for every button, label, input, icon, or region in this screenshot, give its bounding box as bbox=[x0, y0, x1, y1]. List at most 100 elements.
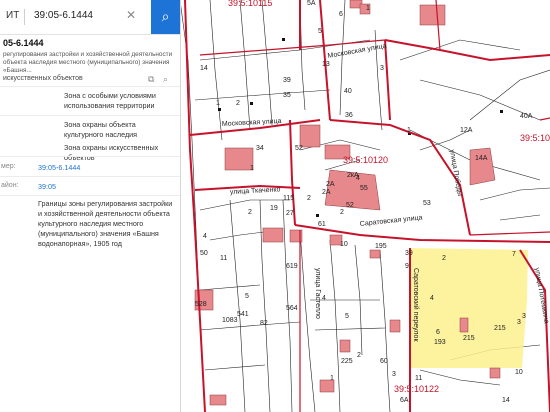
parcel-number-label: 34 bbox=[256, 145, 264, 152]
parcel-number-label: 82 bbox=[260, 320, 268, 327]
reg-number-label: мер: bbox=[1, 163, 16, 170]
parcel-number-label: 14 bbox=[502, 397, 510, 404]
parcel-number-label: 40 bbox=[344, 88, 352, 95]
street-label-tkachenko: улица Ткаченко bbox=[230, 186, 281, 196]
parcel-number-label: 4 bbox=[430, 295, 434, 302]
parcel-number-label: 3 bbox=[380, 65, 384, 72]
parcel-number-label: 2 bbox=[307, 195, 311, 202]
parcel-number-label: 40А bbox=[520, 113, 533, 120]
parcel-number-label: 193 bbox=[434, 339, 446, 346]
parcel-number-label: 1083 bbox=[222, 317, 238, 324]
search-type-selector[interactable]: ИТ bbox=[6, 10, 19, 21]
full-description: Границы зоны регулирования застройки и х… bbox=[38, 199, 173, 248]
parcel-number-label: 225 bbox=[341, 358, 353, 365]
search-divider bbox=[24, 9, 25, 25]
search-button[interactable]: ⌕ bbox=[151, 0, 180, 34]
quarter-label-2: 39:5:10120 bbox=[343, 155, 388, 165]
parcel-number-label: 7 bbox=[512, 251, 516, 258]
quarter-label-4: 39:5:10120 bbox=[520, 133, 550, 143]
search-icon: ⌕ bbox=[161, 8, 170, 24]
parcel-number-label: 11 bbox=[220, 255, 227, 262]
parcel-number-label: 1 bbox=[407, 127, 411, 134]
parcel-number-label: 39 bbox=[405, 250, 413, 257]
object-description: регулирования застройки и хозяйственной … bbox=[3, 51, 173, 74]
parcel-number-label: 115 bbox=[283, 195, 294, 202]
close-icon[interactable]: ✕ bbox=[126, 8, 136, 22]
street-label-saratovsky-lane: Саратовский переулок bbox=[412, 268, 420, 342]
quarter-label-1: 39:5:10115 bbox=[228, 0, 272, 8]
parcel-number-label: 2А bbox=[326, 181, 335, 188]
parcel-number-label: 3 bbox=[517, 319, 521, 326]
parcel-number-label: 3 bbox=[522, 313, 526, 320]
divider bbox=[0, 115, 180, 116]
street-label-moskovskaya-upper: Московская улица bbox=[327, 43, 387, 60]
object-title: 05-6.1444 bbox=[3, 38, 44, 48]
parcel-number-label: 1 bbox=[250, 165, 254, 172]
parcel-number-label: 1 bbox=[330, 375, 334, 382]
parcel-number-label: 5А bbox=[307, 0, 316, 7]
parcel-number-label: 55 bbox=[360, 185, 368, 192]
parcel-number-label: 2 bbox=[236, 100, 240, 107]
parcel-number-label: 1 bbox=[366, 5, 370, 12]
divider bbox=[0, 156, 180, 157]
object-subtitle: искусственных объектов bbox=[3, 75, 83, 82]
parcel-number-label: 3 bbox=[392, 371, 396, 378]
parcel-number-label: 2кА bbox=[347, 172, 359, 179]
parcel-number-label: 36 bbox=[345, 112, 353, 119]
parcel-number-label: 14 bbox=[200, 65, 208, 72]
parcel-number-label: 5 bbox=[318, 28, 322, 35]
parcel-number-label: 19 bbox=[270, 205, 278, 212]
parcel-number-label: 6 bbox=[436, 329, 440, 336]
search-input[interactable]: 39:05-6.1444 bbox=[34, 10, 93, 21]
parcel-number-label: 53 bbox=[423, 200, 431, 207]
parcel-number-label: 39 bbox=[283, 77, 291, 84]
parcel-number-label: 2 bbox=[340, 209, 344, 216]
divider bbox=[0, 195, 180, 196]
parcel-number-label: 10 bbox=[515, 369, 523, 376]
divider bbox=[0, 176, 180, 177]
magnify-icon[interactable]: ⌕ bbox=[163, 74, 168, 85]
parcel-number-label: 4 bbox=[203, 233, 207, 240]
quarter-label-3: 39:5:10122 bbox=[394, 384, 439, 394]
parcel-number-label: 35 bbox=[283, 92, 291, 99]
parcel-number-label: 215 bbox=[494, 325, 506, 332]
district-value[interactable]: 39:05 bbox=[38, 182, 56, 191]
parcel-number-label: 619 bbox=[286, 263, 298, 270]
parcel-number-label: 564 bbox=[286, 305, 298, 312]
parcel-number-label: 1 bbox=[216, 100, 220, 107]
district-label: айон: bbox=[1, 182, 19, 189]
reg-number-value[interactable]: 39:05-6.1444 bbox=[38, 163, 80, 172]
zone-type-3: Зона охраны искусственных объектов bbox=[64, 143, 159, 162]
parcel-number-label: 10 bbox=[340, 241, 348, 248]
parcel-number-label: 50 bbox=[200, 250, 208, 257]
parcel-number-label: 60 bbox=[380, 358, 388, 365]
zone-highlight[interactable] bbox=[410, 248, 528, 368]
parcel-number-label: 6А bbox=[400, 397, 409, 404]
parcel-number-label: 13 bbox=[322, 61, 330, 68]
parcel-number-label: 2 bbox=[442, 255, 446, 262]
parcel-number-label: 11 bbox=[415, 375, 422, 382]
divider bbox=[0, 86, 180, 87]
parcel-number-label: 52 bbox=[295, 145, 303, 152]
parcel-number-label: 528 bbox=[195, 301, 207, 308]
parcel-number-label: 2А bbox=[322, 189, 331, 196]
parcel-number-label: 215 bbox=[463, 335, 475, 342]
copy-icon[interactable]: ⧉ bbox=[148, 74, 154, 85]
parcel-number-label: 61 bbox=[318, 221, 326, 228]
parcel-number-label: 2 bbox=[357, 352, 361, 359]
parcel-number-label: 6 bbox=[339, 11, 343, 18]
parcel-number-label: 5 bbox=[245, 293, 249, 300]
parcel-number-label: 52 bbox=[346, 202, 354, 209]
parcel-number-label: 541 bbox=[237, 311, 249, 318]
info-panel: ИТ 39:05-6.1444 ✕ ⌕ 05-6.1444 регулирова… bbox=[0, 0, 181, 412]
street-label-saratovskaya: Саратовская улица bbox=[359, 214, 422, 228]
search-bar: ИТ 39:05-6.1444 ✕ ⌕ bbox=[0, 0, 180, 35]
parcel-number-label: 27 bbox=[286, 210, 294, 217]
parcel-number-label: 5 bbox=[345, 313, 349, 320]
zone-type-2: Зона охраны объекта культурного наследия bbox=[64, 120, 138, 139]
parcel-number-label: 12А bbox=[460, 127, 473, 134]
parcel-number-label: 2 bbox=[248, 209, 252, 216]
zone-type-1: Зона с особыми условиями использования т… bbox=[64, 91, 156, 110]
parcel-number-label: 9 bbox=[405, 263, 409, 270]
parcel-number-label: 4 bbox=[322, 295, 326, 302]
